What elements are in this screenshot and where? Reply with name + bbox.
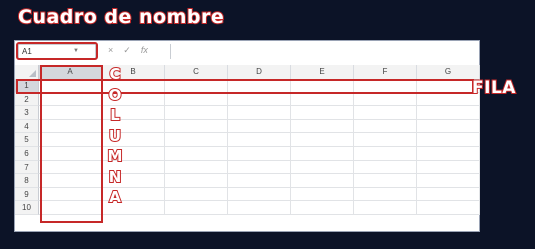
cell[interactable] — [228, 133, 291, 147]
enter-icon[interactable]: ✓ — [123, 45, 131, 56]
row-annotation: FILA — [471, 77, 516, 99]
cell[interactable] — [354, 174, 417, 188]
column-header-c[interactable]: C — [165, 65, 228, 79]
cell[interactable] — [291, 160, 354, 175]
cell[interactable] — [417, 146, 480, 161]
name-box-highlight — [16, 42, 98, 60]
column-header-f[interactable]: F — [354, 65, 417, 79]
cell[interactable] — [165, 201, 228, 215]
row-header-4[interactable]: 4 — [15, 119, 39, 134]
cell[interactable] — [291, 174, 354, 188]
cell[interactable] — [354, 92, 417, 107]
cell[interactable] — [228, 174, 291, 188]
cell[interactable] — [165, 106, 228, 120]
cell[interactable] — [291, 146, 354, 161]
cell[interactable] — [291, 187, 354, 202]
select-all-button[interactable] — [15, 65, 39, 79]
cell[interactable] — [228, 106, 291, 120]
row-header-10[interactable]: 10 — [15, 201, 39, 215]
cell[interactable] — [228, 160, 291, 175]
column-annotation: COLUMNA — [107, 64, 124, 207]
cell[interactable] — [354, 106, 417, 120]
cell[interactable] — [354, 201, 417, 215]
cell[interactable] — [165, 187, 228, 202]
cell[interactable] — [228, 187, 291, 202]
cell[interactable] — [291, 133, 354, 147]
cell[interactable] — [417, 106, 480, 120]
cell[interactable] — [291, 201, 354, 215]
cell[interactable] — [354, 146, 417, 161]
cell[interactable] — [354, 160, 417, 175]
cell[interactable] — [417, 187, 480, 202]
cell[interactable] — [354, 187, 417, 202]
formula-input[interactable] — [170, 44, 477, 59]
row-header-6[interactable]: 6 — [15, 146, 39, 161]
cell[interactable] — [228, 201, 291, 215]
cell[interactable] — [228, 92, 291, 107]
cell[interactable] — [165, 92, 228, 107]
row-header-9[interactable]: 9 — [15, 187, 39, 202]
cancel-icon[interactable]: × — [108, 45, 113, 56]
cell[interactable] — [165, 174, 228, 188]
row-header-7[interactable]: 7 — [15, 160, 39, 175]
column-header-e[interactable]: E — [291, 65, 354, 79]
row-header-3[interactable]: 3 — [15, 106, 39, 120]
row-header-2[interactable]: 2 — [15, 92, 39, 107]
name-box-annotation: Cuadro de nombre — [17, 5, 225, 29]
cell[interactable] — [354, 119, 417, 134]
cell[interactable] — [291, 119, 354, 134]
cell[interactable] — [291, 92, 354, 107]
cell[interactable] — [417, 160, 480, 175]
cell[interactable] — [417, 92, 480, 107]
cell[interactable] — [228, 119, 291, 134]
formula-icons: × ✓ fx — [108, 45, 148, 56]
formula-bar: A1 ▼ × ✓ fx — [15, 41, 479, 65]
cell[interactable] — [165, 133, 228, 147]
cell[interactable] — [165, 146, 228, 161]
cell[interactable] — [228, 146, 291, 161]
function-icon[interactable]: fx — [141, 45, 148, 56]
cell[interactable] — [165, 119, 228, 134]
row-header-5[interactable]: 5 — [15, 133, 39, 147]
cell[interactable] — [165, 160, 228, 175]
cell[interactable] — [354, 133, 417, 147]
row-header-8[interactable]: 8 — [15, 174, 39, 188]
column-header-d[interactable]: D — [228, 65, 291, 79]
cell[interactable] — [417, 133, 480, 147]
cell[interactable] — [417, 174, 480, 188]
row-highlight — [16, 79, 474, 94]
cell[interactable] — [417, 201, 480, 215]
column-header-g[interactable]: G — [417, 65, 480, 79]
cell[interactable] — [291, 106, 354, 120]
cell[interactable] — [417, 119, 480, 134]
spreadsheet: A1 ▼ × ✓ fx A B C D E F G 1 2 3 4 5 6 7 … — [14, 40, 480, 232]
